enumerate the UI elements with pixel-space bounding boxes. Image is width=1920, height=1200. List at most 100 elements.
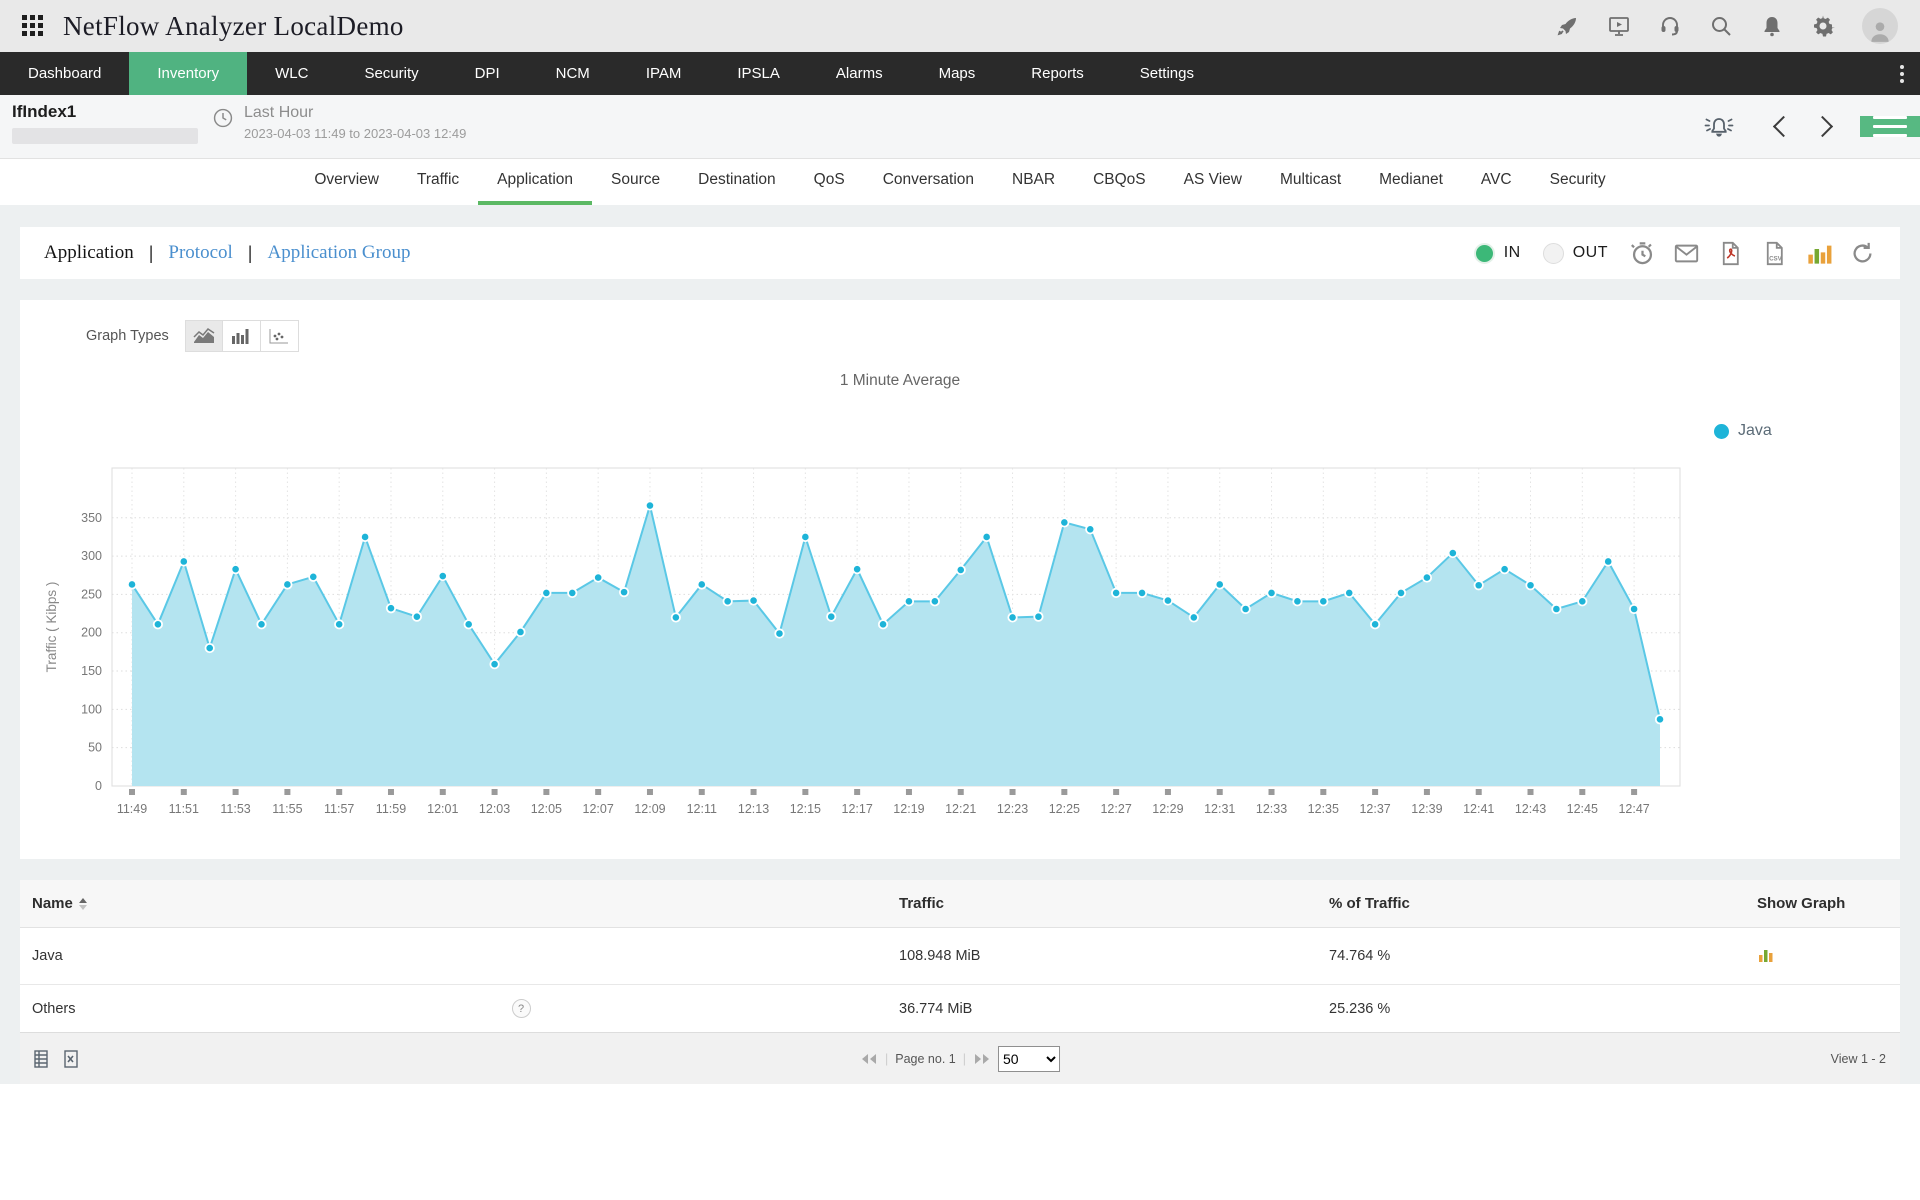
period-label[interactable]: Last Hour	[244, 104, 466, 122]
nav-overflow-menu[interactable]	[1884, 52, 1920, 95]
tab-multicast[interactable]: Multicast	[1261, 159, 1360, 205]
export-pdf-icon[interactable]	[1717, 240, 1744, 267]
cell-percent: 74.764 %	[1329, 948, 1757, 964]
nav-item-maps[interactable]: Maps	[911, 52, 1004, 95]
export-excel-icon[interactable]	[62, 1050, 80, 1068]
table-row-java: Java108.948 MiB74.764 %	[20, 928, 1900, 985]
chevron-left-icon[interactable]	[1773, 116, 1794, 137]
nav-item-alarms[interactable]: Alarms	[808, 52, 911, 95]
search-icon[interactable]	[1709, 14, 1733, 38]
svg-text:12:13: 12:13	[738, 802, 769, 816]
settings-gear-icon[interactable]	[1811, 14, 1835, 38]
show-graph-icon[interactable]	[1757, 944, 1777, 964]
demo-screen-icon[interactable]	[1607, 14, 1631, 38]
subtab-protocol[interactable]: Protocol	[168, 242, 232, 264]
tab-avc[interactable]: AVC	[1462, 159, 1531, 205]
cell-percent: 25.236 %	[1329, 1001, 1757, 1017]
last-page-icon[interactable]	[973, 1053, 991, 1065]
svg-text:300: 300	[81, 549, 102, 563]
menu-hamburger-icon[interactable]	[1860, 116, 1920, 137]
alarm-bell-icon[interactable]	[1702, 112, 1736, 142]
area-graph-button[interactable]	[185, 320, 223, 352]
col-header-percent[interactable]: % of Traffic	[1329, 895, 1757, 912]
tab-as-view[interactable]: AS View	[1165, 159, 1261, 205]
chevron-right-icon[interactable]	[1812, 116, 1833, 137]
nav-item-reports[interactable]: Reports	[1003, 52, 1112, 95]
svg-text:150: 150	[81, 664, 102, 678]
sort-icon[interactable]	[79, 898, 87, 910]
svg-text:CSV: CSV	[1769, 255, 1783, 262]
user-avatar[interactable]	[1862, 8, 1898, 44]
tab-application[interactable]: Application	[478, 159, 592, 205]
nav-item-ncm[interactable]: NCM	[528, 52, 618, 95]
tab-security[interactable]: Security	[1531, 159, 1625, 205]
in-radio-label[interactable]: IN	[1504, 244, 1521, 262]
cell-name[interactable]: Java	[32, 948, 63, 964]
in-radio[interactable]	[1474, 243, 1495, 264]
tab-nbar[interactable]: NBAR	[993, 159, 1074, 205]
applications-table: Name Traffic % of Traffic Show Graph Jav…	[20, 880, 1900, 1084]
chart-legend[interactable]: Java	[1714, 422, 1772, 440]
nav-item-ipsla[interactable]: IPSLA	[709, 52, 808, 95]
svg-text:12:21: 12:21	[945, 802, 976, 816]
scatter-graph-button[interactable]	[261, 320, 299, 352]
svg-text:12:11: 12:11	[687, 802, 717, 816]
nav-item-settings[interactable]: Settings	[1112, 52, 1222, 95]
svg-text:350: 350	[81, 511, 102, 525]
help-icon[interactable]: ?	[512, 999, 531, 1018]
refresh-icon[interactable]	[1849, 240, 1876, 267]
svg-text:12:37: 12:37	[1359, 802, 1390, 816]
tab-medianet[interactable]: Medianet	[1360, 159, 1462, 205]
tab-traffic[interactable]: Traffic	[398, 159, 478, 205]
chart-title: 1 Minute Average	[20, 372, 1780, 390]
tab-source[interactable]: Source	[592, 159, 679, 205]
nav-item-ipam[interactable]: IPAM	[618, 52, 710, 95]
graph-types-label: Graph Types	[86, 328, 169, 344]
cell-traffic: 36.774 MiB	[899, 1001, 1329, 1017]
first-page-icon[interactable]	[860, 1053, 878, 1065]
out-radio-label[interactable]: OUT	[1573, 244, 1608, 262]
schedule-timer-icon[interactable]	[1629, 240, 1656, 267]
rocket-icon[interactable]	[1556, 14, 1580, 38]
bar-graph-icon[interactable]	[1805, 240, 1832, 267]
period-range: 2023-04-03 11:49 to 2023-04-03 12:49	[244, 126, 466, 141]
report-tabs: OverviewTrafficApplicationSourceDestinat…	[0, 159, 1920, 205]
svg-text:12:17: 12:17	[842, 802, 873, 816]
support-headset-icon[interactable]	[1658, 14, 1682, 38]
tab-overview[interactable]: Overview	[295, 159, 398, 205]
bar-graph-button[interactable]	[223, 320, 261, 352]
traffic-area-chart[interactable]: 05010015020025030035011:4911:5111:5311:5…	[20, 390, 1900, 830]
page-size-select[interactable]: 50	[998, 1046, 1060, 1072]
app-launcher-icon[interactable]	[22, 15, 45, 38]
nav-item-security[interactable]: Security	[336, 52, 446, 95]
subtab-application-group[interactable]: Application Group	[267, 242, 410, 264]
subheader: IfIndex1 Last Hour 2023-04-03 11:49 to 2…	[0, 95, 1920, 159]
nav-item-dpi[interactable]: DPI	[447, 52, 528, 95]
svg-text:12:07: 12:07	[583, 802, 614, 816]
out-radio[interactable]	[1543, 243, 1564, 264]
notifications-bell-icon[interactable]	[1760, 14, 1784, 38]
email-icon[interactable]	[1673, 240, 1700, 267]
legend-label: Java	[1738, 422, 1772, 440]
subtab-application[interactable]: Application	[44, 242, 134, 264]
tab-conversation[interactable]: Conversation	[864, 159, 993, 205]
svg-text:12:09: 12:09	[634, 802, 665, 816]
table-view-icon[interactable]	[34, 1050, 52, 1068]
col-header-traffic[interactable]: Traffic	[899, 895, 1329, 912]
tab-cbqos[interactable]: CBQoS	[1074, 159, 1165, 205]
export-csv-icon[interactable]: CSV	[1761, 240, 1788, 267]
subtab-separator: |	[149, 243, 154, 264]
cell-name[interactable]: Others	[32, 1001, 76, 1017]
tab-qos[interactable]: QoS	[795, 159, 864, 205]
nav-item-dashboard[interactable]: Dashboard	[0, 52, 129, 95]
nav-item-wlc[interactable]: WLC	[247, 52, 336, 95]
svg-text:12:23: 12:23	[997, 802, 1028, 816]
svg-text:11:57: 11:57	[324, 802, 354, 816]
tab-destination[interactable]: Destination	[679, 159, 795, 205]
graph-panel: Graph Types 1 Minute Average 05010015020…	[20, 300, 1900, 859]
svg-text:12:15: 12:15	[790, 802, 821, 816]
nav-item-inventory[interactable]: Inventory	[129, 52, 247, 95]
content-area: Application|Protocol|Application Group I…	[0, 205, 1920, 1084]
svg-text:0: 0	[95, 779, 102, 793]
col-header-name[interactable]: Name	[32, 895, 73, 912]
